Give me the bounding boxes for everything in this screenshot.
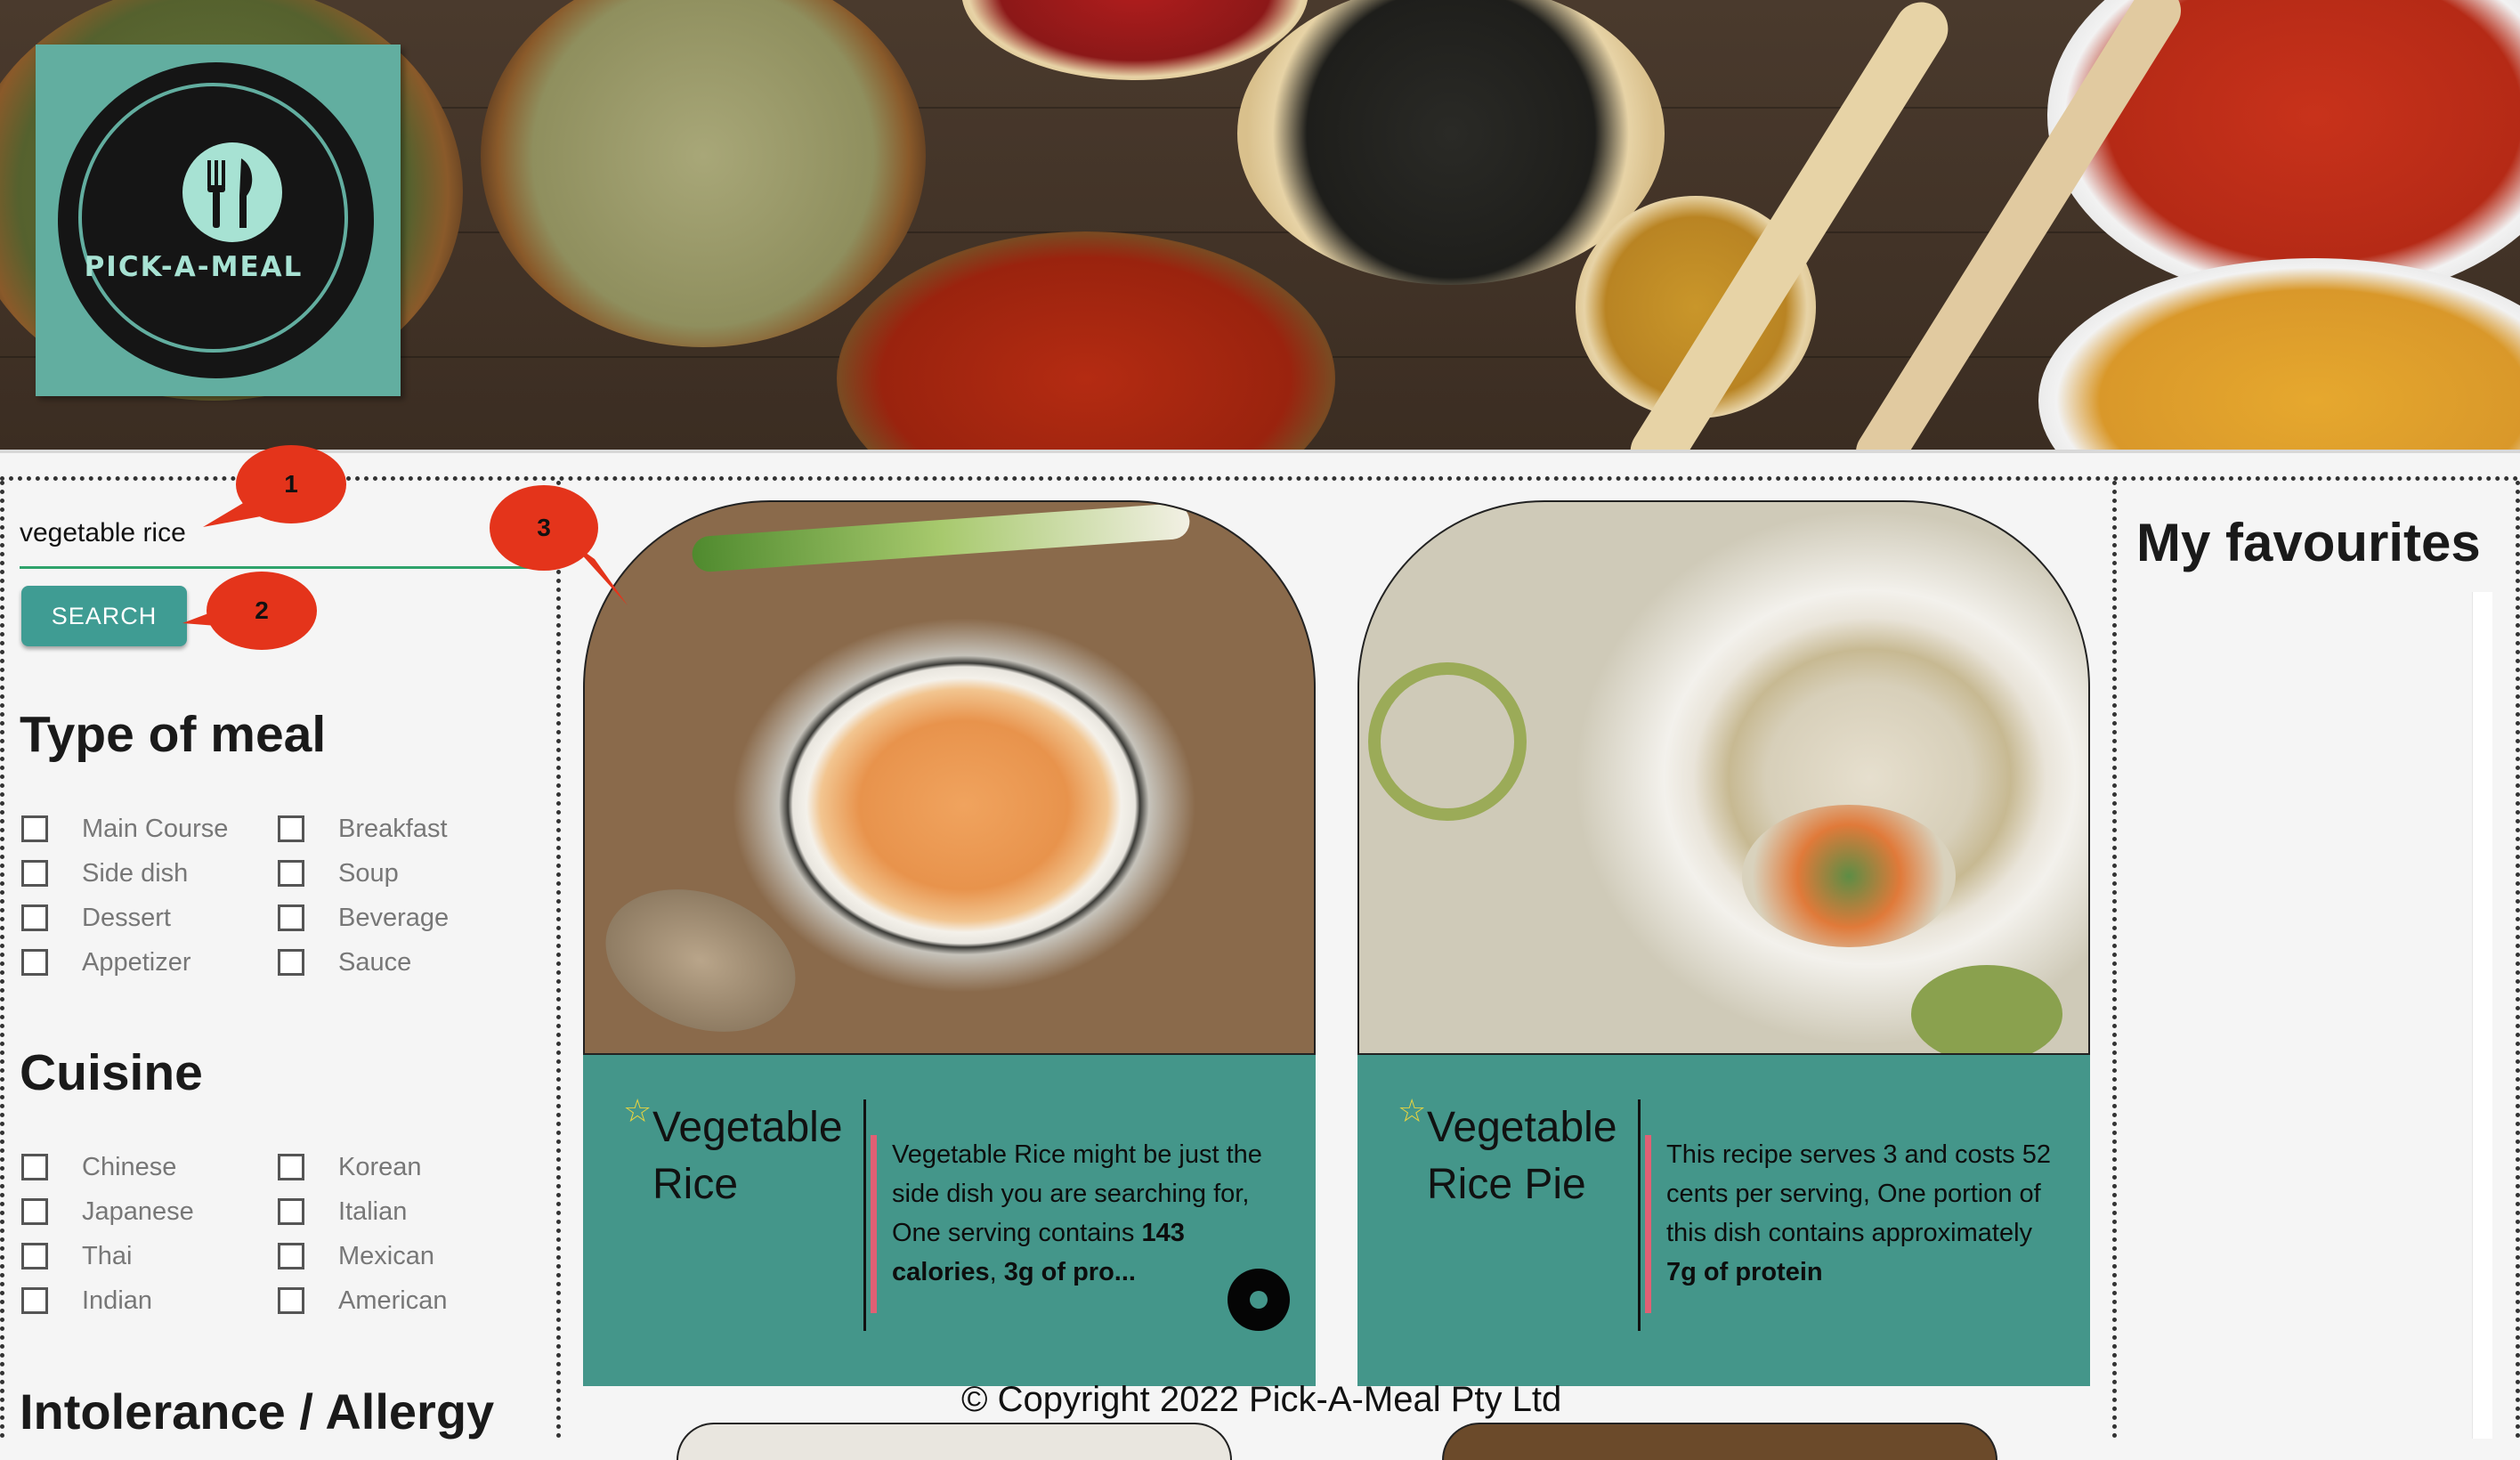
annotation-marker-1: 1	[236, 445, 346, 523]
annotation-marker-3: 3	[490, 485, 598, 571]
annotation-callouts	[182, 494, 628, 628]
annotation-marker-2: 2	[207, 572, 317, 650]
